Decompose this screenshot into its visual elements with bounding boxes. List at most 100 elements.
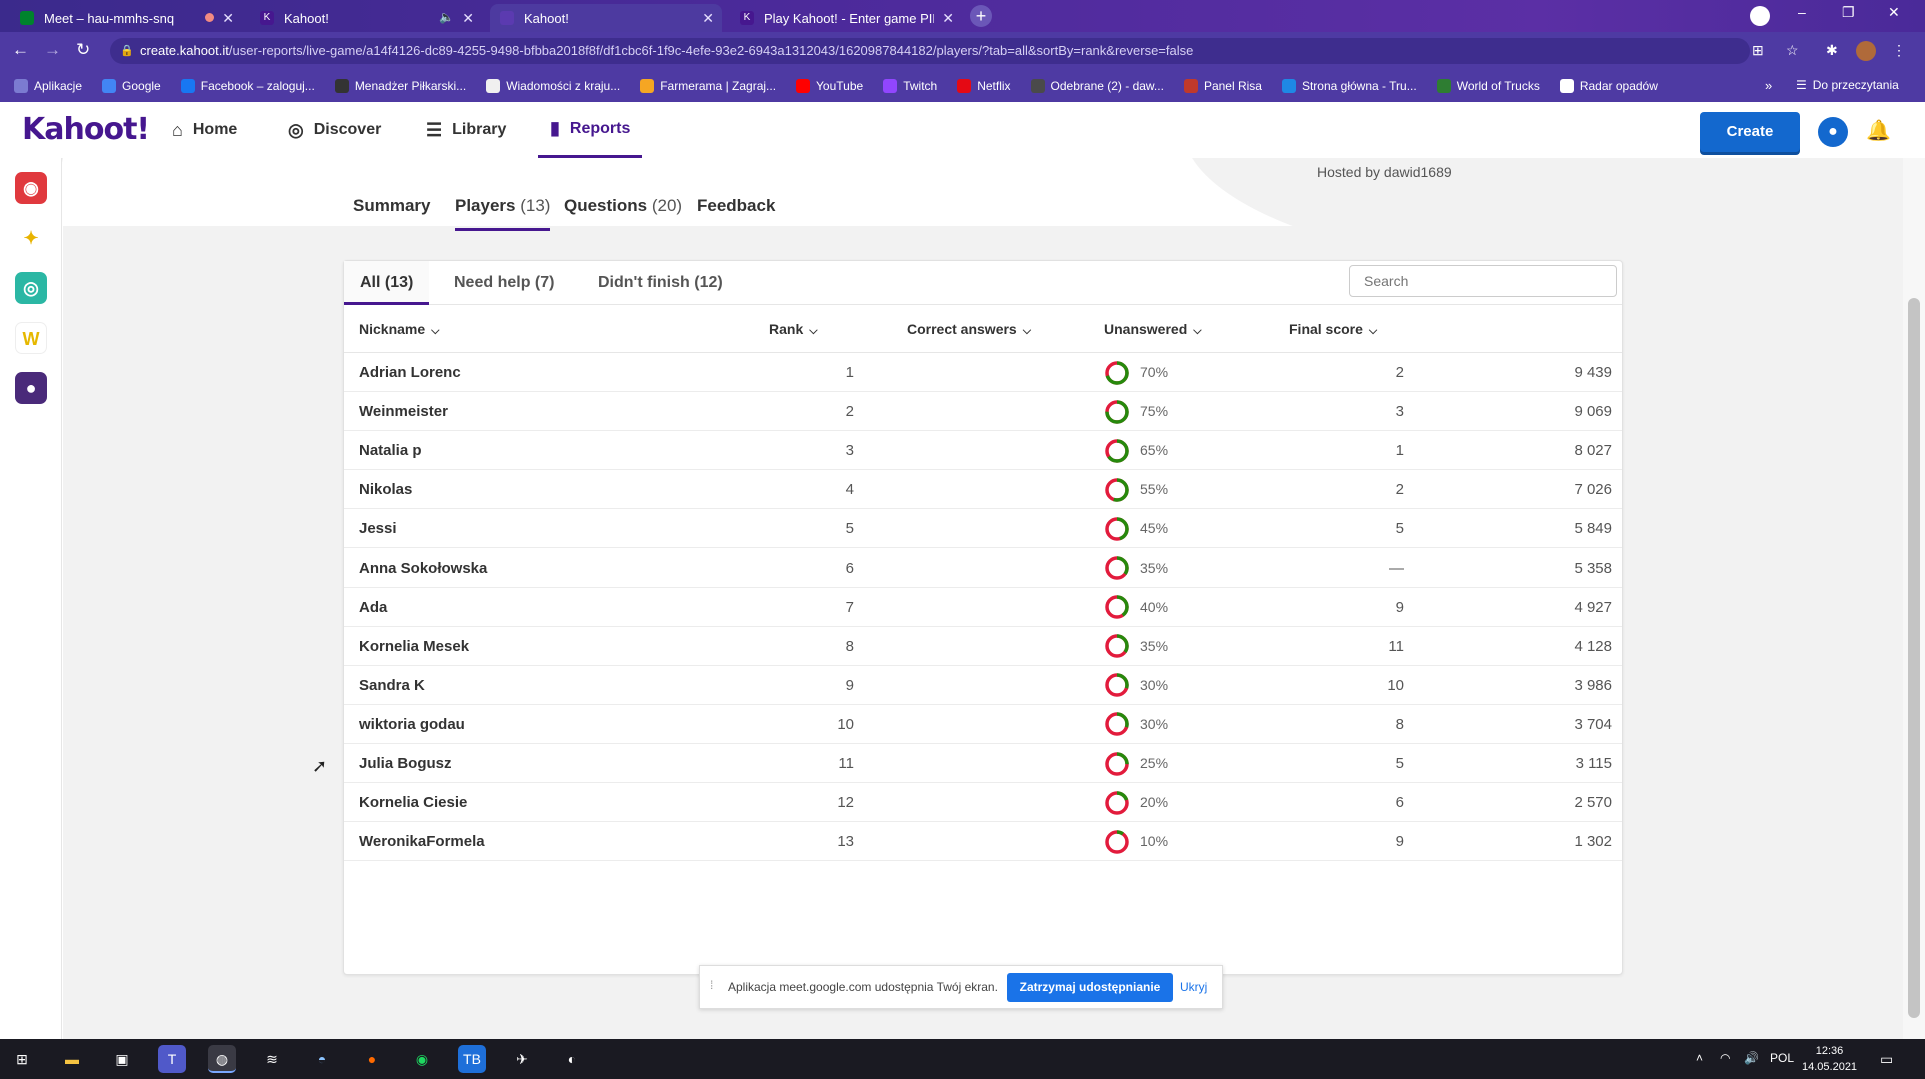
- origin-icon[interactable]: ●: [358, 1045, 386, 1073]
- app-shortcut-icon[interactable]: ◎: [15, 272, 47, 304]
- bookmark-item[interactable]: Odebrane (2) - daw...: [1030, 79, 1164, 93]
- column-correct-answers[interactable]: Correct answers ⌵: [907, 305, 1031, 353]
- table-row[interactable]: Natalia p 3 65% 1 8 027: [344, 431, 1622, 471]
- network-icon[interactable]: ◠: [1720, 1051, 1730, 1065]
- player-nickname[interactable]: wiktoria godau: [359, 705, 465, 744]
- table-row[interactable]: Jessi 5 45% 5 5 849: [344, 509, 1622, 549]
- bookmark-item[interactable]: Aplikacje: [14, 79, 82, 93]
- player-nickname[interactable]: WeronikaFormela: [359, 822, 485, 861]
- translate-icon[interactable]: ⊞: [1752, 42, 1764, 59]
- bookmark-item[interactable]: World of Trucks: [1436, 79, 1540, 93]
- nav-discover[interactable]: ◎ Discover: [288, 102, 381, 158]
- player-nickname[interactable]: Jessi: [359, 509, 397, 548]
- browser-tab[interactable]: Meet – hau-mmhs-snq ✕: [10, 4, 242, 32]
- bookmark-item[interactable]: Strona główna - Tru...: [1281, 79, 1417, 93]
- table-row[interactable]: wiktoria godau 10 30% 8 3 704: [344, 705, 1622, 744]
- bookmark-item[interactable]: Wiadomości z kraju...: [486, 79, 620, 93]
- table-row[interactable]: Adrian Lorenc 1 70% 2 9 439: [344, 353, 1622, 393]
- back-icon[interactable]: ←: [12, 40, 29, 60]
- bookmark-item[interactable]: Google: [102, 79, 161, 93]
- language-indicator[interactable]: POL: [1770, 1051, 1794, 1065]
- tray-expand-icon[interactable]: ˄: [1696, 1051, 1703, 1065]
- bookmark-item[interactable]: Netflix: [957, 79, 1011, 93]
- browser-tab[interactable]: K Kahoot! 🔈 ✕: [250, 4, 482, 32]
- game-app-icon[interactable]: ✈: [508, 1045, 536, 1073]
- volume-icon[interactable]: 🔊: [1744, 1051, 1759, 1065]
- column-unanswered[interactable]: Unanswered ⌵: [1104, 305, 1202, 353]
- extensions-icon[interactable]: ✱: [1826, 42, 1838, 59]
- player-nickname[interactable]: Natalia p: [359, 431, 422, 470]
- table-row[interactable]: Kornelia Ciesie 12 20% 6 2 570: [344, 783, 1622, 823]
- column-nickname[interactable]: Nickname ⌵: [359, 305, 440, 353]
- url-input[interactable]: 🔒 create.kahoot.it/user-reports/live-game…: [110, 38, 1750, 64]
- table-row[interactable]: WeronikaFormela 13 10% 9 1 302: [344, 822, 1622, 862]
- steam-icon[interactable]: ◓: [308, 1045, 336, 1073]
- windows-start-icon[interactable]: ⊞: [8, 1045, 36, 1073]
- bookmark-item[interactable]: Panel Risa: [1183, 79, 1262, 93]
- close-icon[interactable]: ✕: [222, 10, 234, 27]
- player-nickname[interactable]: Weinmeister: [359, 392, 448, 431]
- profile-menu-icon[interactable]: [1750, 6, 1770, 26]
- chrome-icon[interactable]: ◍: [208, 1045, 236, 1073]
- window-close-icon[interactable]: ✕: [1888, 4, 1900, 21]
- store-icon[interactable]: ▣: [108, 1045, 136, 1073]
- speaker-icon[interactable]: 🔈: [439, 10, 454, 24]
- menu-dots-icon[interactable]: ⋮: [1892, 42, 1906, 59]
- table-row[interactable]: Weinmeister 2 75% 3 9 069: [344, 392, 1622, 432]
- player-nickname[interactable]: Anna Sokołowska: [359, 549, 487, 588]
- star-icon[interactable]: ☆: [1786, 42, 1799, 59]
- tab-players[interactable]: Players (13): [455, 196, 551, 231]
- nav-library[interactable]: ☰ Library: [426, 102, 506, 158]
- restore-icon[interactable]: ❐: [1842, 4, 1855, 21]
- bookmark-item[interactable]: Menadżer Piłkarski...: [334, 79, 466, 93]
- player-nickname[interactable]: Ada: [359, 588, 387, 627]
- bookmark-item[interactable]: Facebook – zaloguj...: [180, 79, 315, 93]
- avatar-icon[interactable]: [1856, 41, 1876, 61]
- column-final-score[interactable]: Final score ⌵: [1289, 305, 1377, 353]
- table-row[interactable]: Nikolas 4 55% 2 7 026: [344, 470, 1622, 510]
- app-shortcut-icon[interactable]: ✦: [15, 222, 47, 254]
- clock[interactable]: 12:36 14.05.2021: [1802, 1043, 1857, 1075]
- forward-icon[interactable]: →: [44, 40, 61, 60]
- nav-reports[interactable]: ▮ Reports: [538, 102, 643, 158]
- user-avatar-icon[interactable]: ●: [1818, 117, 1848, 147]
- notifications-icon[interactable]: ▭: [1880, 1051, 1893, 1068]
- player-nickname[interactable]: Kornelia Ciesie: [359, 783, 467, 822]
- table-row[interactable]: Sandra K 9 30% 10 3 986: [344, 666, 1622, 705]
- table-row[interactable]: Ada 7 40% 9 4 927: [344, 588, 1622, 627]
- spotify-icon[interactable]: ◉: [408, 1045, 436, 1073]
- player-nickname[interactable]: Adrian Lorenc: [359, 353, 461, 392]
- tb-app-icon[interactable]: TB: [458, 1045, 486, 1073]
- browser-tab[interactable]: K Play Kahoot! - Enter game PIN h ✕: [730, 4, 962, 32]
- table-row[interactable]: Julia Bogusz 11 25% 5 3 115: [344, 744, 1622, 784]
- player-nickname[interactable]: Sandra K: [359, 666, 425, 705]
- filter-all[interactable]: All (13): [344, 261, 430, 305]
- bookmark-item[interactable]: YouTube: [796, 79, 863, 93]
- bookmark-item[interactable]: Radar opadów: [1559, 79, 1658, 93]
- filter-need-help[interactable]: Need help (7): [438, 261, 570, 305]
- reload-icon[interactable]: ↻: [76, 40, 90, 60]
- close-icon[interactable]: ✕: [702, 10, 714, 27]
- teams-icon[interactable]: T: [158, 1045, 186, 1073]
- close-icon[interactable]: ✕: [462, 10, 474, 27]
- obs-icon[interactable]: ◐: [558, 1045, 586, 1073]
- more-bookmarks-icon[interactable]: »: [1765, 78, 1772, 93]
- kahoot-logo[interactable]: Kahoot!: [22, 112, 150, 147]
- scrollbar-thumb[interactable]: [1908, 298, 1920, 1018]
- app-shortcut-icon[interactable]: ◉: [15, 172, 47, 204]
- player-nickname[interactable]: Kornelia Mesek: [359, 627, 469, 666]
- app-shortcut-icon[interactable]: ●: [15, 372, 47, 404]
- player-nickname[interactable]: Nikolas: [359, 470, 412, 509]
- nav-home[interactable]: ⌂ Home: [172, 102, 237, 158]
- drag-handle-icon[interactable]: ⁞: [710, 978, 713, 992]
- bell-icon[interactable]: 🔔: [1866, 118, 1891, 143]
- table-row[interactable]: Kornelia Mesek 8 35% 11 4 128: [344, 627, 1622, 666]
- minimize-icon[interactable]: –: [1798, 4, 1806, 20]
- close-icon[interactable]: ✕: [942, 10, 954, 27]
- reading-list[interactable]: ☰ Do przeczytania: [1796, 78, 1899, 92]
- tab-questions[interactable]: Questions (20): [564, 196, 682, 228]
- app-shortcut-icon[interactable]: W: [15, 322, 47, 354]
- stack-app-icon[interactable]: ≋: [258, 1045, 286, 1073]
- search-input[interactable]: [1349, 265, 1617, 297]
- column-rank[interactable]: Rank ⌵: [769, 305, 818, 353]
